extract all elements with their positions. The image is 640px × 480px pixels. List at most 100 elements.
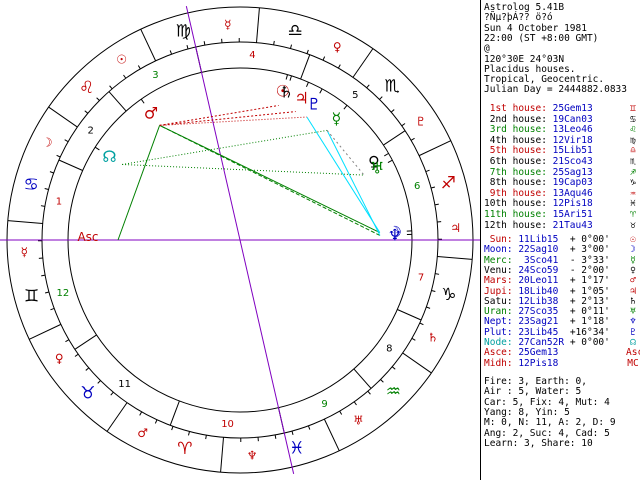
planet-tick [319, 88, 323, 94]
degree-tick [306, 49, 309, 54]
planet-tick [289, 75, 292, 81]
degree-tick [49, 171, 54, 174]
degree-tick [273, 40, 275, 45]
degree-tick [322, 56, 326, 61]
aspect-line [326, 130, 365, 176]
house-number: 12 [56, 288, 69, 299]
planet-glyph-icon: MC [627, 357, 639, 369]
uran-planet-icon: ♅ [370, 159, 384, 178]
house-sign-icon: ♑ [630, 177, 636, 189]
summary-line: Air : 5, Water: 5 [484, 386, 582, 398]
degree-tick [97, 380, 101, 384]
degree-tick [367, 390, 371, 395]
house-number: 6 [414, 181, 420, 192]
planet-tick [343, 105, 348, 110]
house-cusp-value: 13Leo46 [552, 124, 593, 136]
planet-speed: + 0°00' [569, 337, 610, 348]
degree-tick [56, 154, 61, 158]
house-label: 8th house: [484, 177, 553, 189]
sign-ruler-icon: ☿ [21, 245, 28, 259]
aspect-line [117, 125, 161, 241]
sign-boundary [402, 352, 432, 374]
degree-tick [426, 306, 431, 309]
degree-tick [65, 339, 70, 343]
satu-planet-icon: ♄ [279, 83, 293, 102]
degree-tick [290, 44, 293, 49]
degree-tick [337, 64, 341, 69]
degree-tick [434, 203, 439, 206]
house-label: 10th house: [484, 198, 553, 210]
house-number: 3 [152, 70, 158, 81]
degree-tick [50, 307, 55, 311]
header-line: Julian Day = 2444882.0833 [484, 84, 627, 96]
degree-tick [74, 353, 79, 357]
degree-tick [41, 274, 46, 277]
house-row: 12th house: 21Tau43 [484, 220, 593, 231]
house-number: 8 [386, 344, 392, 355]
sign-boundary [352, 48, 374, 78]
sign-boundary [140, 28, 157, 62]
house-number: 7 [418, 273, 424, 284]
sign-boundary [28, 323, 62, 340]
degree-tick [401, 123, 406, 127]
house-cusp-value: 25Gem13 [552, 103, 593, 114]
planet-tick [384, 152, 389, 157]
zodiac-sign-icon: ♑ [441, 285, 456, 305]
degree-tick [353, 401, 357, 406]
degree-tick [84, 110, 89, 114]
sign-ruler-icon: ♃ [450, 221, 461, 235]
house-cusp-value: 19Cap03 [552, 177, 593, 189]
zodiac-sign-icon: ♏ [385, 77, 400, 97]
zodiac-sign-icon: ♋ [24, 175, 39, 195]
degree-tick [85, 367, 90, 371]
sign-boundary [220, 437, 224, 473]
planet-glyph-icon: ♂ [630, 275, 636, 287]
planet-tick [387, 159, 393, 163]
sign-boundary [323, 418, 340, 452]
degree-tick [171, 426, 174, 431]
house-cusp [397, 309, 422, 321]
house-cusp-value: 19Can03 [552, 113, 593, 125]
degree-tick [110, 391, 114, 396]
planet-glyph-icon: Asc [626, 347, 640, 359]
degree-tick [109, 85, 113, 90]
house-label: 9th house: [484, 187, 553, 199]
plut-planet-icon: ♇ [307, 94, 321, 113]
planet-tick [94, 146, 100, 151]
house-label: 5th house: [484, 145, 553, 157]
degree-tick [187, 431, 190, 436]
degree-tick [366, 84, 370, 89]
house-number: 4 [249, 50, 255, 61]
planet-glyph-icon: ☽ [630, 244, 636, 256]
zodiac-sign-icon: ♊ [24, 287, 39, 307]
degree-tick [44, 291, 50, 294]
house-cusp [74, 334, 97, 350]
sign-ruler-icon: ♀ [333, 40, 342, 54]
degree-tick [40, 205, 45, 207]
degree-tick [139, 411, 143, 416]
house-cusp-value: 12Vir18 [552, 134, 593, 146]
info-panel: Astrolog 5.41B ?Ñµ?þÁ?? ö?ó Sun 4 October … [480, 0, 640, 480]
degree-tick [419, 322, 424, 326]
planet-row: Midh: 12Pis18 [484, 358, 570, 369]
sign-ruler-icon: ♅ [353, 414, 364, 428]
house-cusp [353, 368, 372, 389]
node-planet-icon: ☊ [102, 147, 116, 166]
degree-tick [123, 74, 127, 79]
zodiac-sign-icon: ♓ [289, 438, 304, 458]
degree-tick [169, 50, 173, 55]
degree-tick [339, 410, 343, 415]
house-cusp [383, 130, 406, 146]
degree-tick [274, 434, 277, 439]
header-line: ?Ñµ?þÁ?? ö?ó [484, 12, 553, 24]
sign-boundary [106, 402, 128, 432]
house-label: 1st house: [484, 103, 553, 114]
degree-tick [390, 109, 395, 113]
house-cusp [58, 159, 83, 171]
degree-tick [410, 137, 415, 141]
house-sign-icon: ♉ [630, 219, 636, 231]
degree-tick [64, 139, 69, 143]
house-cusp [300, 54, 311, 80]
summary-line: M: 0, N: 11, A: 2, D: 9 [484, 417, 616, 429]
mars-planet-icon: ♂ [144, 104, 158, 123]
